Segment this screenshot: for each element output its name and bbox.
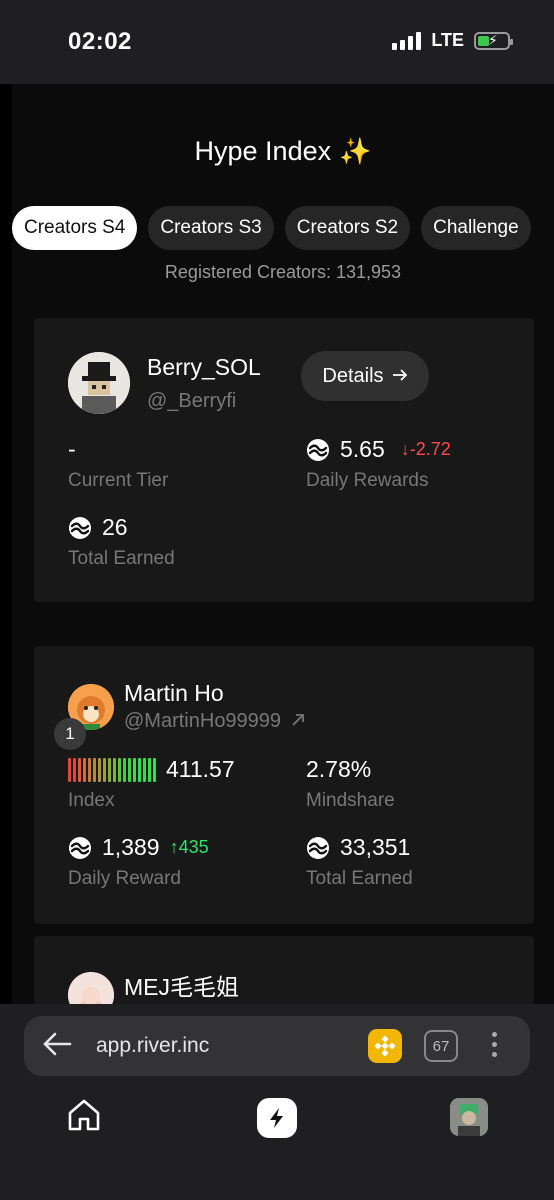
total-earned-label: Total Earned [306,868,413,889]
rank-badge: 1 [54,718,86,750]
creator-name: MEJ毛毛姐 [124,974,239,1000]
tab-challenge[interactable]: Challenge [421,206,531,250]
index-bar-segment [143,757,146,782]
avatar [68,352,130,414]
url-bar[interactable]: app.river.inc 67 [24,1016,530,1076]
river-logo-icon [306,836,330,860]
index-bar-segment [148,757,151,782]
index-label: Index [68,790,115,811]
river-logo-icon [68,836,92,860]
tab-creators-s4[interactable]: Creators S4 [12,206,138,250]
arrow-right-icon [392,365,408,388]
total-earned-value: 33,351 [340,834,411,860]
index-bar-segment [98,757,101,782]
leaderboard-card[interactable]: MEJ毛毛姐 [34,936,534,1004]
total-earned-value-row: 33,351 [306,834,410,861]
river-logo-icon [68,516,92,540]
home-icon[interactable] [66,1098,102,1137]
index-value: 411.57 [166,756,235,782]
creator-handle: @_Berryfi [147,390,237,412]
url-text[interactable]: app.river.inc [96,1034,209,1058]
index-bars-icon [68,757,156,782]
page-title-row: Hype Index ✨ [12,136,554,167]
web-page: Hype Index ✨ Creators S4 Creators S3 Crea… [12,84,554,1004]
details-label: Details [322,364,384,387]
index-value-row: 411.57 [68,756,235,783]
details-button[interactable]: Details [301,351,429,401]
page-title: Hype Index [194,136,332,166]
creator-handle: @MartinHo99999 [124,710,282,732]
total-earned-value: 26 [102,514,128,540]
index-bar-segment [88,757,91,782]
status-indicators: LTE ⚡ [392,30,513,51]
creator-name: Martin Ho [124,680,224,706]
index-bar-segment [68,757,71,782]
index-bar-segment [93,757,96,782]
external-link-icon [291,710,305,733]
index-bar-segment [73,757,76,782]
battery-icon: ⚡ [474,31,513,50]
index-bar-segment [123,757,126,782]
index-bar-segment [133,757,136,782]
avatar [68,972,114,1004]
tier-label: Current Tier [68,470,169,491]
index-bar-segment [103,757,106,782]
app-launcher-icon[interactable] [257,1098,297,1138]
index-bar-segment [138,757,141,782]
tab-creators-s2[interactable]: Creators S2 [284,206,411,250]
network-label: LTE [431,30,464,50]
mindshare-label: Mindshare [306,790,395,811]
daily-rewards-value: 5.65 [340,436,385,462]
creator-handle-row[interactable]: @MartinHo99999 [124,710,305,733]
river-logo-icon [306,438,330,462]
leaderboard-card[interactable]: 1 Martin Ho @MartinHo99999 411.57 Index … [34,646,534,924]
status-time: 02:02 [68,28,132,55]
tab-count[interactable]: 67 [424,1030,458,1062]
back-arrow-icon[interactable] [42,1030,72,1063]
profile-avatar[interactable] [450,1098,488,1136]
index-bar-segment [153,757,156,782]
index-bar-segment [83,757,86,782]
season-tabs: Creators S4 Creators S3 Creators S2 Chal… [12,206,531,250]
index-bar-segment [118,757,121,782]
sparkle-icon: ✨ [339,136,372,166]
total-earned-value-row: 26 [68,514,128,541]
status-bar: 02:02 LTE ⚡ [0,0,554,84]
index-bar-segment [128,757,131,782]
binance-wallet-icon[interactable] [368,1029,402,1063]
mindshare-value: 2.78% [306,756,372,782]
daily-reward-value-row: 1,389 ↑435 [68,834,209,861]
daily-reward-label: Daily Reward [68,868,181,889]
creator-name: Berry_SOL [147,354,261,380]
index-bar-segment [78,757,81,782]
daily-reward-delta: ↑435 [169,837,209,857]
index-bar-segment [113,757,116,782]
index-bar-segment [108,757,111,782]
registered-creators: Registered Creators: 131,953 [164,262,402,282]
daily-reward-value: 1,389 [102,834,160,860]
my-creator-card: Berry_SOL @_Berryfi Details - Current Ti… [34,318,534,602]
signal-icon [392,31,422,50]
daily-rewards-label: Daily Rewards [306,470,429,491]
browser-toolbar: app.river.inc 67 [0,1004,554,1200]
total-earned-label: Total Earned [68,548,175,569]
daily-rewards-value-row: 5.65 ↓-2.72 [306,436,451,463]
daily-rewards-delta: ↓-2.72 [400,439,451,459]
more-menu-icon[interactable] [492,1032,498,1057]
tier-value: - [68,436,76,462]
tab-creators-s3[interactable]: Creators S3 [148,206,274,250]
